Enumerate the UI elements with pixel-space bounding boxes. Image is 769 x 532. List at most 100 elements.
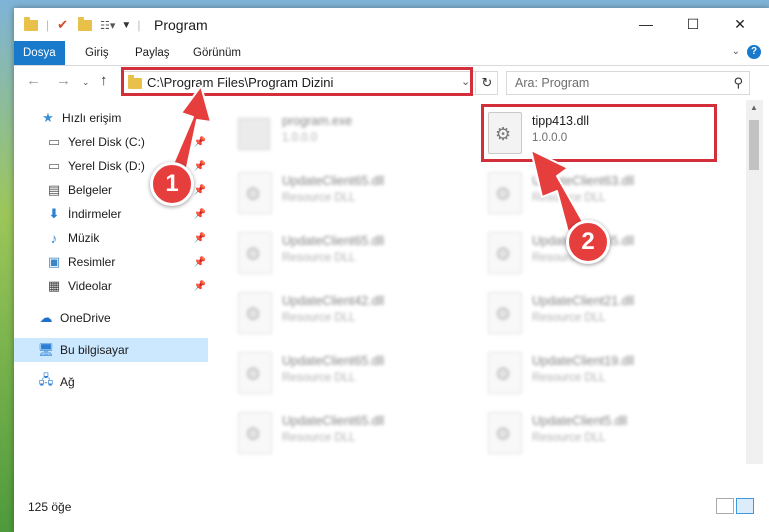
search-input[interactable]: Ara: Program <box>515 76 589 90</box>
file-item[interactable]: ⚙ UpdateClient65.dll Resource DLL <box>234 168 474 220</box>
file-item[interactable]: ⚙ UpdateClient65.dll Resource DLL <box>234 348 474 400</box>
dll-file-icon: ⚙ <box>488 352 522 394</box>
file-subtitle: Resource DLL <box>532 312 606 324</box>
file-item[interactable]: ⚙ UpdateClient42.dll Resource DLL <box>234 288 474 340</box>
properties-icon[interactable]: ✔ <box>57 17 68 33</box>
file-item[interactable]: ⚙ UpdateClient21.dll Resource DLL <box>484 288 724 340</box>
sidebar-item-onedrive[interactable]: ☁ OneDrive <box>14 306 210 330</box>
sidebar-item-label: Yerel Disk (D:) <box>68 159 145 173</box>
address-highlight-box <box>121 67 473 96</box>
file-name: UpdateClient5.dll <box>532 414 628 428</box>
sidebar-item-label: Belgeler <box>68 183 113 197</box>
computer-icon: 🖥 <box>37 342 55 357</box>
sidebar-item-resimler[interactable]: ▣ Resimler 📌 <box>14 250 210 274</box>
item-count: 125 öğe <box>28 500 72 514</box>
sidebar-item-indirmeler[interactable]: ⬇ İndirmeler 📌 <box>14 202 210 226</box>
network-icon: 🖧 <box>38 372 54 387</box>
tab-dosya[interactable]: Dosya <box>14 41 65 65</box>
file-name: UpdateClient65.dll <box>282 354 385 368</box>
minimize-icon: — <box>639 16 653 32</box>
customize-toolbar-icon[interactable]: ☷▾ <box>100 19 115 32</box>
large-icons-view-icon[interactable] <box>736 498 754 514</box>
maximize-button[interactable]: ☐ <box>670 8 716 40</box>
file-item[interactable]: ⚙ UpdateClient5.dll Resource DLL <box>484 408 724 460</box>
back-button[interactable]: ← <box>26 72 41 89</box>
forward-button[interactable]: → <box>56 72 71 89</box>
separator: | <box>46 18 50 32</box>
sidebar-item-muzik[interactable]: ♪ Müzik 📌 <box>14 226 210 250</box>
drive-icon: ▭ <box>47 158 61 173</box>
new-folder-icon[interactable] <box>78 16 93 31</box>
sidebar-item-label: Yerel Disk (C:) <box>68 135 145 149</box>
folder-icon <box>24 16 38 31</box>
file-name: UpdateClient65.dll <box>282 234 385 248</box>
close-button[interactable]: ✕ <box>717 8 763 40</box>
expand-ribbon-icon[interactable]: ⌄ <box>732 46 740 57</box>
sidebar-item-videolar[interactable]: ▦ Videolar 📌 <box>14 274 210 298</box>
pin-icon[interactable]: 📌 <box>194 209 206 220</box>
callout-badge-2: 2 <box>566 220 610 264</box>
help-icon[interactable]: ? <box>747 45 761 59</box>
file-item[interactable]: ⚙ UpdateClient19.dll Resource DLL <box>484 348 724 400</box>
sidebar-item-label: Resimler <box>68 255 116 269</box>
vertical-scrollbar[interactable]: ▲ <box>746 100 763 464</box>
pin-icon[interactable]: 📌 <box>194 281 206 292</box>
dll-file-icon: ⚙ <box>488 232 522 274</box>
close-icon: ✕ <box>734 15 746 32</box>
gear-icon: ⚙ <box>245 304 262 324</box>
refresh-icon[interactable]: ↻ <box>475 72 498 94</box>
separator: | <box>137 18 141 32</box>
up-button[interactable]: ↑ <box>100 72 108 89</box>
document-icon: ▤ <box>47 182 61 197</box>
toolbar-dropdown-icon[interactable]: ▼ <box>121 20 131 31</box>
file-name: UpdateClient21.dll <box>532 294 635 308</box>
file-subtitle: Resource DLL <box>282 252 356 264</box>
cloud-icon: ☁ <box>39 310 53 325</box>
sidebar-item-hizli-erisim[interactable]: ★ Hızlı erişim <box>14 106 210 130</box>
pin-icon[interactable]: 📌 <box>194 161 206 172</box>
file-subtitle: Resource DLL <box>282 372 356 384</box>
pin-icon[interactable]: 📌 <box>194 185 206 196</box>
tab-giris[interactable]: Giriş <box>76 41 118 65</box>
file-subtitle: Resource DLL <box>282 312 356 324</box>
ribbon-tabs: Dosya Giriş Paylaş Görünüm ⌄ ? <box>14 41 769 66</box>
minimize-button[interactable]: — <box>623 8 669 40</box>
pin-icon[interactable]: 📌 <box>194 137 206 148</box>
sidebar-item-bu-bilgisayar[interactable]: 🖥 Bu bilgisayar <box>14 338 208 362</box>
sidebar-item-ag[interactable]: 🖧 Ağ <box>14 370 210 394</box>
tab-gorunum[interactable]: Görünüm <box>184 41 250 65</box>
pin-icon[interactable]: 📌 <box>194 257 206 268</box>
gear-icon: ⚙ <box>495 244 512 264</box>
music-icon: ♪ <box>50 230 58 246</box>
maximize-icon: ☐ <box>686 15 700 32</box>
dll-file-icon: ⚙ <box>238 412 272 454</box>
title-bar: | ✔ ☷▾ ▼ | Program — ☐ ✕ <box>14 8 769 41</box>
file-subtitle: Resource DLL <box>532 372 606 384</box>
scrollbar-thumb[interactable] <box>749 120 759 170</box>
search-icon[interactable]: ⚲ <box>733 75 743 91</box>
pictures-icon: ▣ <box>47 254 61 269</box>
pin-icon[interactable]: 📌 <box>194 233 206 244</box>
file-item[interactable]: ⚙ UpdateClient65.dll Resource DLL <box>234 408 474 460</box>
details-view-icon[interactable] <box>716 498 734 514</box>
sidebar-item-label: Müzik <box>68 231 100 245</box>
dll-file-icon: ⚙ <box>238 292 272 334</box>
navigation-pane: ★ Hızlı erişim ▭ Yerel Disk (C:) 📌 ▭ Yer… <box>14 100 210 464</box>
file-highlight-box <box>481 104 717 162</box>
sidebar-item-yerel-disk-c[interactable]: ▭ Yerel Disk (C:) 📌 <box>14 130 210 154</box>
file-item[interactable]: program.exe 1.0.0.0 <box>234 108 474 160</box>
file-name: UpdateClient42.dll <box>282 294 385 308</box>
file-subtitle: Resource DLL <box>532 432 606 444</box>
search-box[interactable]: Ara: Program ⚲ <box>506 71 750 95</box>
gear-icon: ⚙ <box>495 184 512 204</box>
drive-icon: ▭ <box>47 134 61 149</box>
gear-icon: ⚙ <box>245 364 262 384</box>
file-item[interactable]: ⚙ UpdateClient63.dll Resource DLL <box>484 168 724 220</box>
file-item[interactable]: ⚙ UpdateClient65.dll Resource DLL <box>234 228 474 280</box>
recent-locations-icon[interactable]: ⌄ <box>82 77 90 88</box>
scroll-up-icon[interactable]: ▲ <box>750 103 758 112</box>
file-name: UpdateClient65.dll <box>282 414 385 428</box>
file-subtitle: Resource DLL <box>532 192 606 204</box>
quick-access-toolbar: | ✔ ☷▾ ▼ | <box>24 16 140 34</box>
tab-paylas[interactable]: Paylaş <box>126 41 179 65</box>
